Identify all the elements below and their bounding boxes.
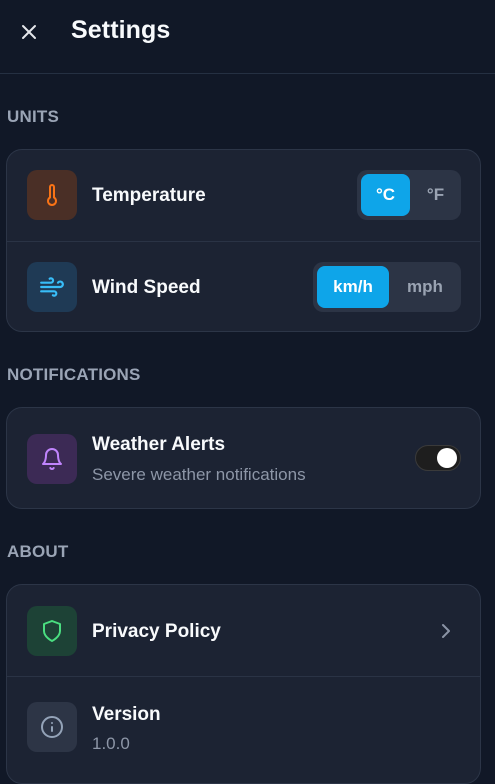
weather-alerts-label: Weather Alerts bbox=[92, 434, 226, 455]
wind-speed-label: Wind Speed bbox=[92, 277, 201, 298]
toggle-knob bbox=[437, 448, 457, 468]
temperature-row: Temperature °C °F bbox=[7, 150, 480, 241]
shield-icon-box bbox=[27, 606, 77, 656]
about-card: Privacy Policy Version 1.0.0 bbox=[6, 584, 481, 784]
temperature-icon-box bbox=[27, 170, 77, 220]
weather-alerts-description: Severe weather notifications bbox=[92, 465, 306, 484]
weather-alerts-toggle[interactable] bbox=[415, 445, 461, 471]
temperature-label: Temperature bbox=[92, 185, 206, 206]
version-row: Version 1.0.0 bbox=[7, 676, 480, 783]
section-label-units: UNITS bbox=[7, 107, 59, 126]
section-label-notifications: NOTIFICATIONS bbox=[7, 365, 141, 384]
version-label: Version bbox=[92, 704, 161, 725]
close-button[interactable] bbox=[14, 17, 44, 47]
privacy-policy-label: Privacy Policy bbox=[92, 621, 221, 642]
close-icon bbox=[22, 25, 36, 39]
fahrenheit-option[interactable]: °F bbox=[414, 174, 457, 216]
wind-speed-row: Wind Speed km/h mph bbox=[7, 241, 480, 331]
wind-icon bbox=[40, 277, 64, 297]
kmh-option[interactable]: km/h bbox=[317, 266, 389, 308]
section-label-about: ABOUT bbox=[7, 542, 69, 561]
privacy-policy-row[interactable]: Privacy Policy bbox=[7, 585, 480, 676]
page-title: Settings bbox=[71, 16, 171, 44]
info-icon bbox=[41, 716, 63, 738]
wind-unit-toggle: km/h mph bbox=[313, 262, 461, 312]
bell-icon bbox=[42, 448, 62, 470]
version-value: 1.0.0 bbox=[92, 734, 130, 753]
wind-icon-box bbox=[27, 262, 77, 312]
thermometer-icon bbox=[47, 184, 57, 206]
units-card: Temperature °C °F Wind Speed km/h mph bbox=[6, 149, 481, 332]
mph-option[interactable]: mph bbox=[393, 266, 457, 308]
bell-icon-box bbox=[27, 434, 77, 484]
temperature-unit-toggle: °C °F bbox=[357, 170, 461, 220]
chevron-right-icon[interactable] bbox=[436, 621, 456, 641]
celsius-option[interactable]: °C bbox=[361, 174, 410, 216]
notifications-card: Weather Alerts Severe weather notificati… bbox=[6, 407, 481, 509]
settings-header: Settings bbox=[0, 0, 495, 74]
shield-icon bbox=[43, 620, 61, 642]
info-icon-box bbox=[27, 702, 77, 752]
weather-alerts-row: Weather Alerts Severe weather notificati… bbox=[7, 408, 480, 508]
